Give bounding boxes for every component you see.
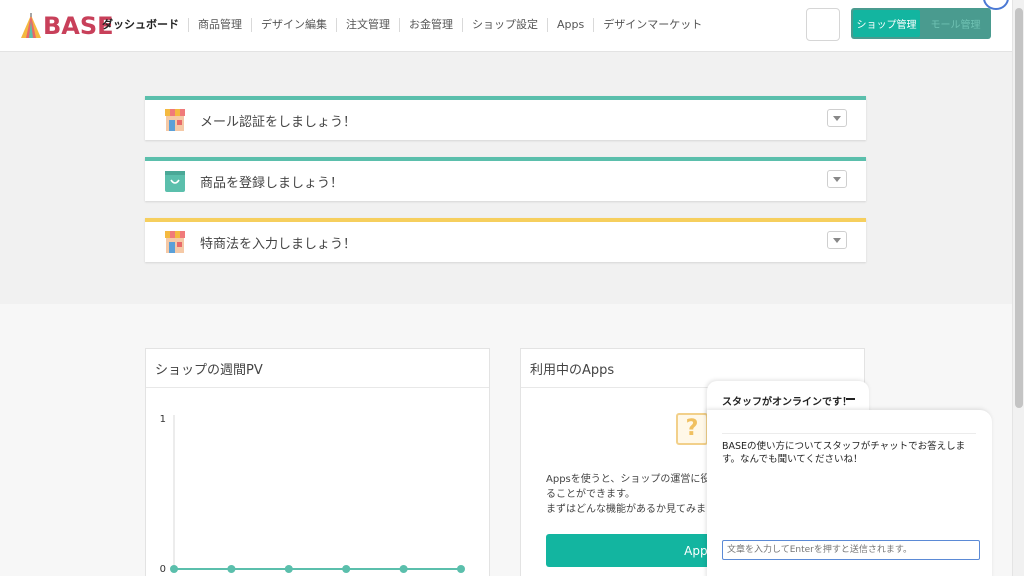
chat-title: スタッフがオンラインです！ bbox=[722, 397, 852, 408]
apps-desc-line: Appsを使うと、ショップの運営に役 bbox=[546, 474, 711, 485]
task-email-verification[interactable]: メール認証をしましょう！ bbox=[145, 96, 866, 140]
task-commerce-law[interactable]: 特商法を入力しましょう！ bbox=[145, 218, 866, 262]
pv-data-point bbox=[399, 565, 408, 573]
nav-item-design-market[interactable]: デザインマーケット bbox=[593, 18, 711, 32]
chat-message-input[interactable] bbox=[722, 540, 980, 560]
apps-description: Appsを使うと、ショップの運営に役 ることができます。 まずはどんな機能がある… bbox=[546, 472, 710, 517]
pv-data-point bbox=[457, 565, 465, 573]
nav-item-shop-settings[interactable]: ショップ設定 bbox=[462, 18, 547, 32]
divider bbox=[146, 387, 489, 388]
main-nav: ダッシュボード 商品管理 デザイン編集 注文管理 お金管理 ショップ設定 App… bbox=[100, 0, 711, 50]
scrollbar-thumb[interactable] bbox=[1015, 8, 1023, 408]
caret-down-icon bbox=[833, 237, 841, 243]
card-title: ショップの週間PV bbox=[155, 363, 263, 378]
pv-line-chart: 1010-1810-1910-2010-2110-2210-23 bbox=[159, 414, 475, 576]
task-label: 特商法を入力しましょう！ bbox=[200, 237, 357, 252]
switch-mall-management[interactable]: モール管理 bbox=[920, 8, 991, 39]
expand-toggle[interactable] bbox=[827, 231, 847, 249]
task-label: 商品を登録しましょう！ bbox=[200, 176, 344, 191]
tent-logo-icon bbox=[21, 13, 41, 38]
task-register-product[interactable]: 商品を登録しましょう！ bbox=[145, 157, 866, 201]
pv-data-point bbox=[170, 565, 178, 573]
pv-data-point bbox=[284, 565, 293, 573]
pv-data-point bbox=[342, 565, 351, 573]
apps-desc-line: まずはどんな機能があるか見てみま bbox=[546, 504, 706, 515]
card-title: 利用中のApps bbox=[530, 363, 615, 378]
header-blank-button[interactable] bbox=[806, 8, 840, 41]
top-header: BASE ダッシュボード 商品管理 デザイン編集 注文管理 お金管理 ショップ設… bbox=[0, 0, 1012, 52]
caret-down-icon bbox=[833, 115, 841, 121]
shopping-bag-icon bbox=[165, 171, 185, 192]
y-tick-label: 1 bbox=[160, 414, 166, 425]
caret-down-icon bbox=[833, 176, 841, 182]
chat-body: BASEの使い方についてスタッフがチャットでお答えします。なんでも聞いてください… bbox=[707, 410, 992, 576]
task-label: メール認証をしましょう！ bbox=[200, 115, 357, 130]
nav-item-products[interactable]: 商品管理 bbox=[188, 18, 251, 32]
nav-item-orders[interactable]: 注文管理 bbox=[336, 18, 399, 32]
y-tick-label: 0 bbox=[160, 564, 166, 575]
nav-item-money[interactable]: お金管理 bbox=[399, 18, 462, 32]
apps-desc-line: ることができます。 bbox=[546, 489, 635, 500]
support-chat-widget: スタッフがオンラインです！ BASEの使い方についてスタッフがチャットでお答えし… bbox=[707, 381, 992, 576]
shop-icon bbox=[165, 231, 185, 253]
weekly-pv-card: ショップの週間PV 1010-1810-1910-2010-2110-2210-… bbox=[145, 348, 490, 576]
shop-icon bbox=[165, 109, 185, 131]
nav-item-dashboard[interactable]: ダッシュボード bbox=[100, 18, 188, 32]
nav-item-apps[interactable]: Apps bbox=[547, 18, 593, 32]
divider bbox=[722, 433, 976, 434]
expand-toggle[interactable] bbox=[827, 109, 847, 127]
pv-data-point bbox=[227, 565, 236, 573]
expand-toggle[interactable] bbox=[827, 170, 847, 188]
onboarding-section: メール認証をしましょう！ 商品を登録しましょう！ 特商法を入力しましょう！ bbox=[0, 52, 1012, 304]
mode-switch[interactable]: ショップ管理 モール管理 bbox=[851, 8, 991, 39]
question-icon: ? bbox=[676, 413, 708, 445]
chat-message: BASEの使い方についてスタッフがチャットでお答えします。なんでも聞いてください… bbox=[722, 441, 966, 465]
page-scrollbar[interactable] bbox=[1012, 0, 1024, 576]
switch-shop-management[interactable]: ショップ管理 bbox=[853, 10, 920, 37]
nav-item-design[interactable]: デザイン編集 bbox=[251, 18, 336, 32]
minimize-icon[interactable] bbox=[846, 398, 855, 400]
